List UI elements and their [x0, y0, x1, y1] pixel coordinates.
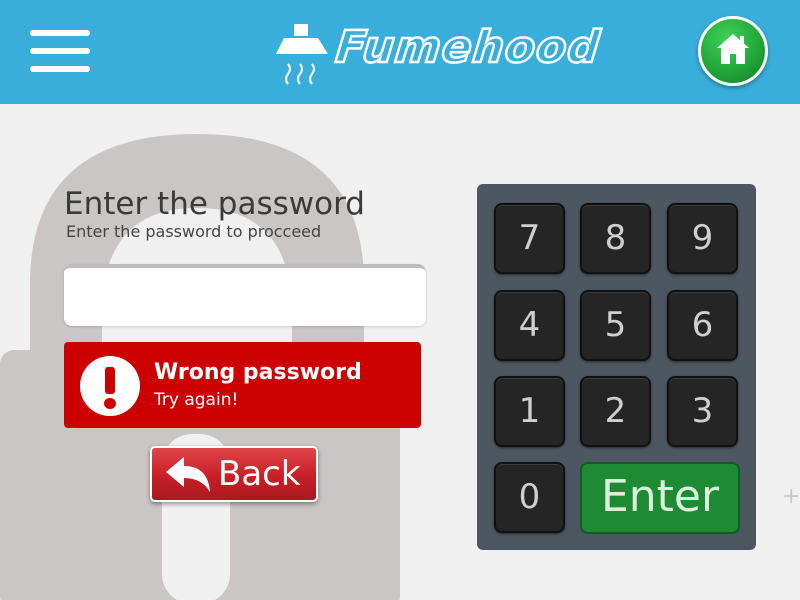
key-3[interactable]: 3 — [667, 376, 738, 447]
error-title: Wrong password — [154, 360, 362, 385]
key-6[interactable]: 6 — [667, 290, 738, 361]
key-8[interactable]: 8 — [580, 203, 651, 274]
error-banner: Wrong password Try again! — [64, 342, 421, 428]
brand-name: Fumehood — [332, 21, 604, 75]
keypad: 7 8 9 4 5 6 1 2 3 0 Enter — [477, 184, 756, 550]
error-subtitle: Try again! — [154, 390, 239, 410]
menu-line — [30, 66, 90, 72]
app-logo: Fumehood — [276, 20, 604, 86]
enter-button[interactable]: Enter — [580, 462, 740, 534]
password-input[interactable] — [64, 264, 426, 326]
plus-icon: + — [782, 484, 800, 509]
exclamation-icon — [80, 356, 140, 416]
key-0[interactable]: 0 — [494, 462, 565, 533]
page-subtitle: Enter the password to procceed — [66, 222, 322, 241]
fume-hood-icon — [276, 24, 328, 85]
back-button[interactable]: Back — [150, 446, 318, 502]
key-2[interactable]: 2 — [580, 376, 651, 447]
key-9[interactable]: 9 — [667, 203, 738, 274]
home-icon — [717, 34, 749, 64]
back-arrow-icon — [166, 457, 210, 492]
menu-line — [30, 48, 90, 54]
home-button[interactable] — [698, 16, 768, 86]
key-4[interactable]: 4 — [494, 290, 565, 361]
hamburger-menu-icon[interactable] — [30, 30, 90, 74]
key-1[interactable]: 1 — [494, 376, 565, 447]
page-title: Enter the password — [64, 186, 365, 222]
back-label: Back — [218, 454, 301, 494]
menu-line — [30, 30, 90, 36]
key-5[interactable]: 5 — [580, 290, 651, 361]
top-bar: Fumehood — [0, 0, 800, 104]
key-7[interactable]: 7 — [494, 203, 565, 274]
